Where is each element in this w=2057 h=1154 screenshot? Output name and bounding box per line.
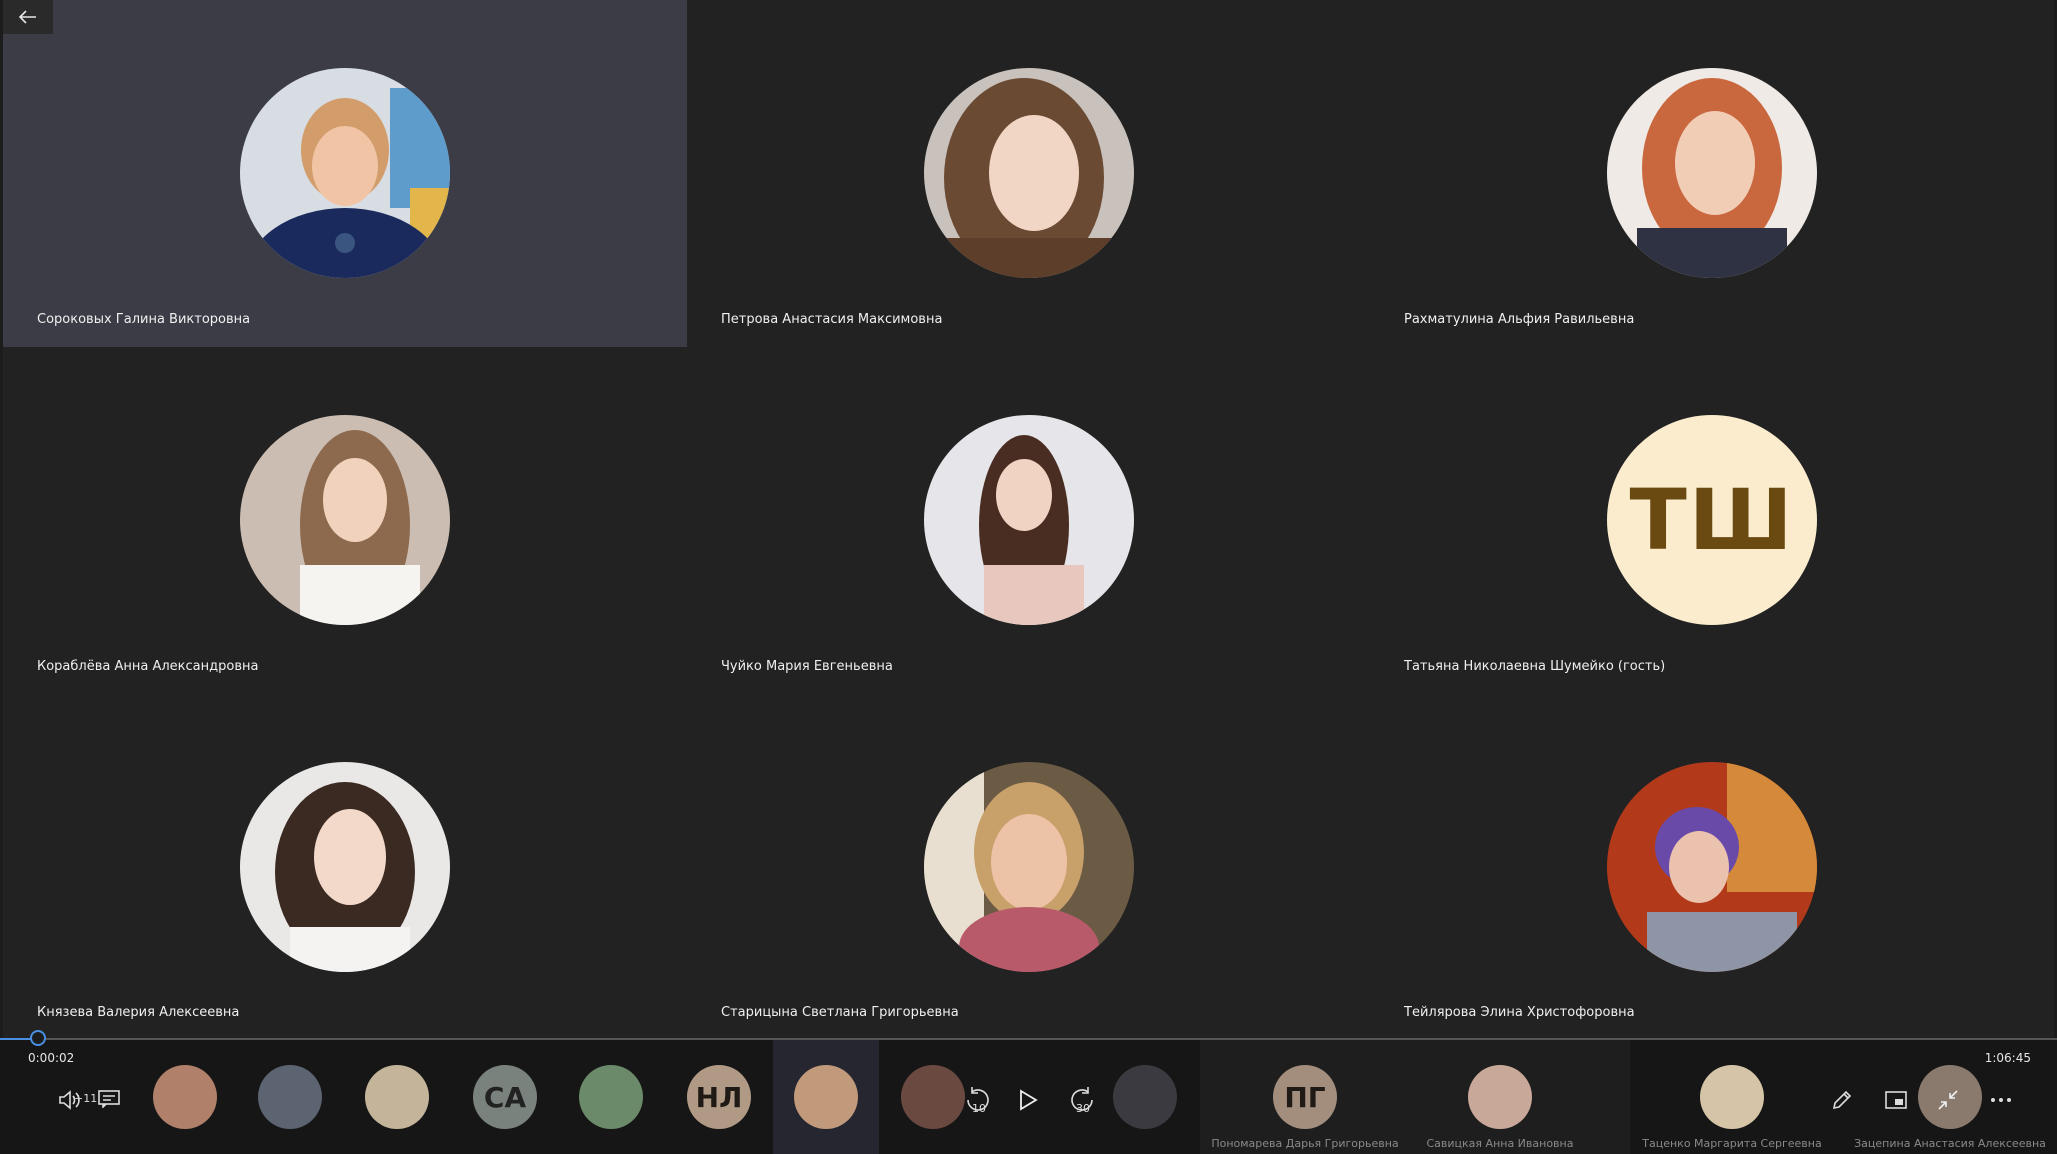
participant-avatar: [923, 68, 1134, 278]
strip-participant-name: Таценко Маргарита Сергеевна: [1642, 1137, 1822, 1150]
participant-tile[interactable]: Кораблёва Анна Александровна: [3, 347, 687, 694]
back-button[interactable]: [3, 0, 53, 34]
strip-participant[interactable]: НЛ: [674, 1040, 764, 1154]
skip-back-button[interactable]: 10: [958, 1080, 998, 1120]
strip-avatar: [1700, 1065, 1764, 1129]
captions-button[interactable]: [94, 1084, 124, 1114]
participant-avatar: [923, 762, 1134, 972]
skip-back-label: 10: [972, 1102, 986, 1115]
participant-tile[interactable]: Чуйко Мария Евгеньевна: [687, 347, 1370, 694]
strip-participant[interactable]: [1100, 1040, 1190, 1154]
skip-forward-label: 30: [1076, 1102, 1090, 1115]
participant-name: Тейлярова Элина Христофоровна: [1404, 1005, 1635, 1020]
strip-initials-avatar: СА: [473, 1065, 537, 1129]
meeting-recording-player: Сороковых Галина Викторовна Петрова Анас…: [0, 0, 2057, 1154]
participant-name: Рахматулина Альфия Равильевна: [1404, 312, 1635, 327]
participant-name: Татьяна Николаевна Шумейко (гость): [1404, 659, 1666, 674]
strip-initials-avatar: ПГ: [1273, 1065, 1337, 1129]
participant-avatar: [240, 68, 450, 278]
play-button[interactable]: [1008, 1080, 1048, 1120]
exit-fullscreen-button[interactable]: [1932, 1084, 1964, 1116]
participant-tile[interactable]: Сороковых Галина Викторовна: [3, 0, 687, 347]
strip-avatar: [1468, 1065, 1532, 1129]
participant-avatar: [923, 415, 1134, 625]
participant-name: Чуйко Мария Евгеньевна: [721, 659, 893, 674]
participant-avatar: [240, 415, 450, 625]
participant-avatar: [240, 762, 450, 972]
current-time: 0:00:02: [28, 1051, 75, 1065]
strip-avatar: [258, 1065, 322, 1129]
strip-avatar: [365, 1065, 429, 1129]
strip-participant-active[interactable]: [773, 1040, 879, 1154]
more-options-button[interactable]: [1985, 1084, 2017, 1116]
strip-participant[interactable]: [245, 1040, 335, 1154]
pip-icon: [1885, 1091, 1907, 1109]
participant-name: Князева Валерия Алексеевна: [37, 1005, 240, 1020]
participant-tile[interactable]: Петрова Анастасия Максимовна: [687, 0, 1370, 347]
captions-icon: [98, 1090, 120, 1108]
participant-name: Кораблёва Анна Александровна: [37, 659, 259, 674]
strip-initials-avatar: НЛ: [687, 1065, 751, 1129]
strip-participant[interactable]: [140, 1040, 230, 1154]
play-icon: [1020, 1089, 1038, 1111]
picture-in-picture-button[interactable]: [1880, 1084, 1912, 1116]
strip-avatar: [1113, 1065, 1177, 1129]
participant-avatar: [1607, 68, 1817, 278]
strip-participant[interactable]: [352, 1040, 442, 1154]
arrow-left-icon: [19, 10, 36, 24]
strip-participant-name: Зацепина Анастасия Алексеевна: [1854, 1137, 2046, 1150]
strip-avatar: [901, 1065, 965, 1129]
strip-avatar: [579, 1065, 643, 1129]
strip-participant-name: Пономарева Дарья Григорьевна: [1211, 1137, 1399, 1150]
participant-initials-avatar: ТШ: [1607, 415, 1817, 625]
strip-avatar: [794, 1065, 858, 1129]
collapse-icon: [1938, 1090, 1958, 1110]
skip-forward-button[interactable]: 30: [1062, 1080, 1102, 1120]
strip-participant[interactable]: ПГ Пономарева Дарья Григорьевна: [1210, 1040, 1400, 1154]
participant-tile[interactable]: Старицына Светлана Григорьевна: [687, 694, 1370, 1040]
strip-participant-name: Савицкая Анна Ивановна: [1426, 1137, 1574, 1150]
participant-tile[interactable]: Князева Валерия Алексеевна: [3, 694, 687, 1040]
strip-participant[interactable]: СА: [460, 1040, 550, 1154]
strip-participant[interactable]: Савицкая Анна Ивановна: [1405, 1040, 1595, 1154]
participant-tile[interactable]: Рахматулина Альфия Равильевна: [1370, 0, 2054, 347]
more-dots-icon: [1991, 1098, 2011, 1102]
participant-name: Сороковых Галина Викторовна: [37, 312, 251, 327]
volume-button[interactable]: +11: [40, 1080, 100, 1120]
seek-thumb[interactable]: [30, 1030, 46, 1046]
participant-grid: Сороковых Галина Викторовна Петрова Анас…: [3, 0, 2054, 1040]
strip-participant[interactable]: [566, 1040, 656, 1154]
participant-name: Старицына Светлана Григорьевна: [721, 1005, 959, 1020]
participant-tile[interactable]: ТШ Татьяна Николаевна Шумейко (гость): [1370, 347, 2054, 694]
annotate-button[interactable]: [1826, 1084, 1858, 1116]
strip-avatar: [153, 1065, 217, 1129]
participant-tile[interactable]: Тейлярова Элина Христофоровна: [1370, 694, 2054, 1040]
strip-participant[interactable]: Таценко Маргарита Сергеевна: [1632, 1040, 1832, 1154]
participant-avatar: [1607, 762, 1817, 972]
pencil-icon: [1832, 1090, 1852, 1110]
participant-name: Петрова Анастасия Максимовна: [721, 312, 943, 327]
